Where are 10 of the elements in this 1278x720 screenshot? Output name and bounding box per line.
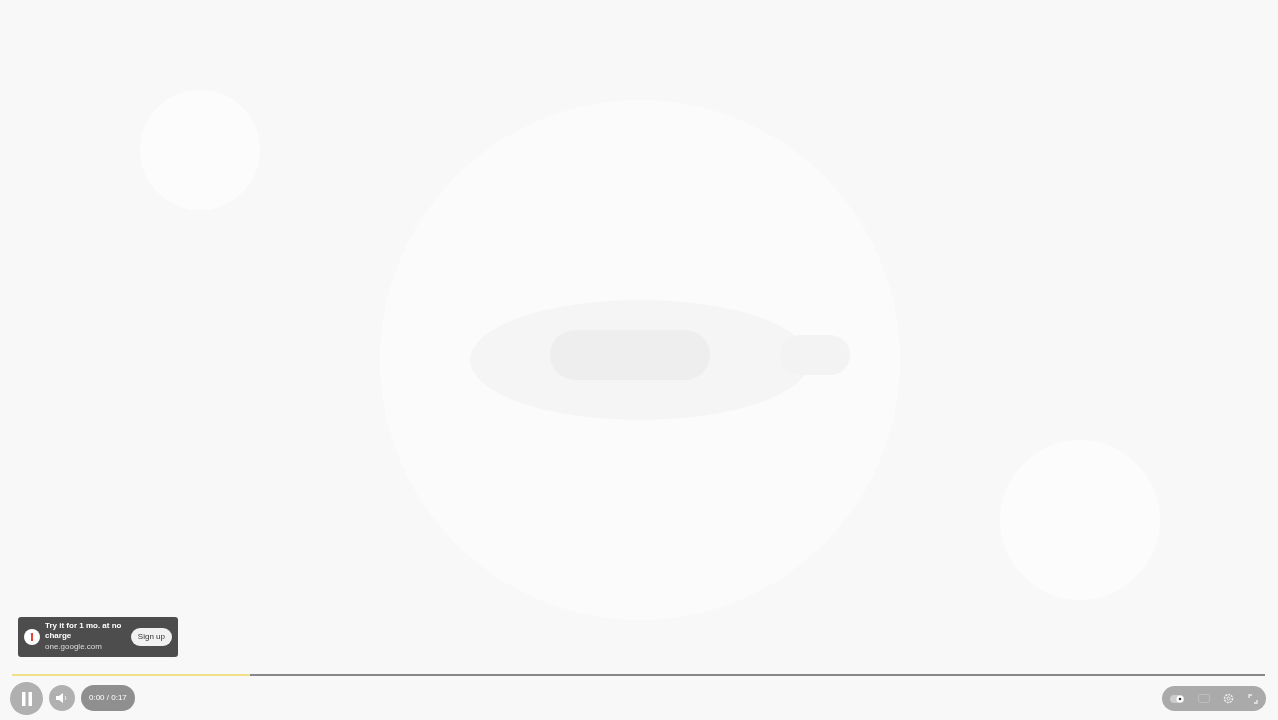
fullscreen-icon[interactable]: [1247, 693, 1258, 704]
autoplay-toggle[interactable]: [1170, 694, 1184, 703]
speaker-icon: [56, 693, 68, 703]
settings-icon[interactable]: [1223, 693, 1235, 704]
ad-domain: one.google.com: [45, 640, 103, 653]
pause-icon: [20, 691, 33, 706]
ad-title: Try it for 1 mo. at no charge: [45, 621, 123, 641]
logo-icon: [24, 629, 40, 645]
time-display: 0:00 / 0:17: [81, 685, 135, 711]
sign-up-button[interactable]: Sign up: [130, 628, 172, 646]
